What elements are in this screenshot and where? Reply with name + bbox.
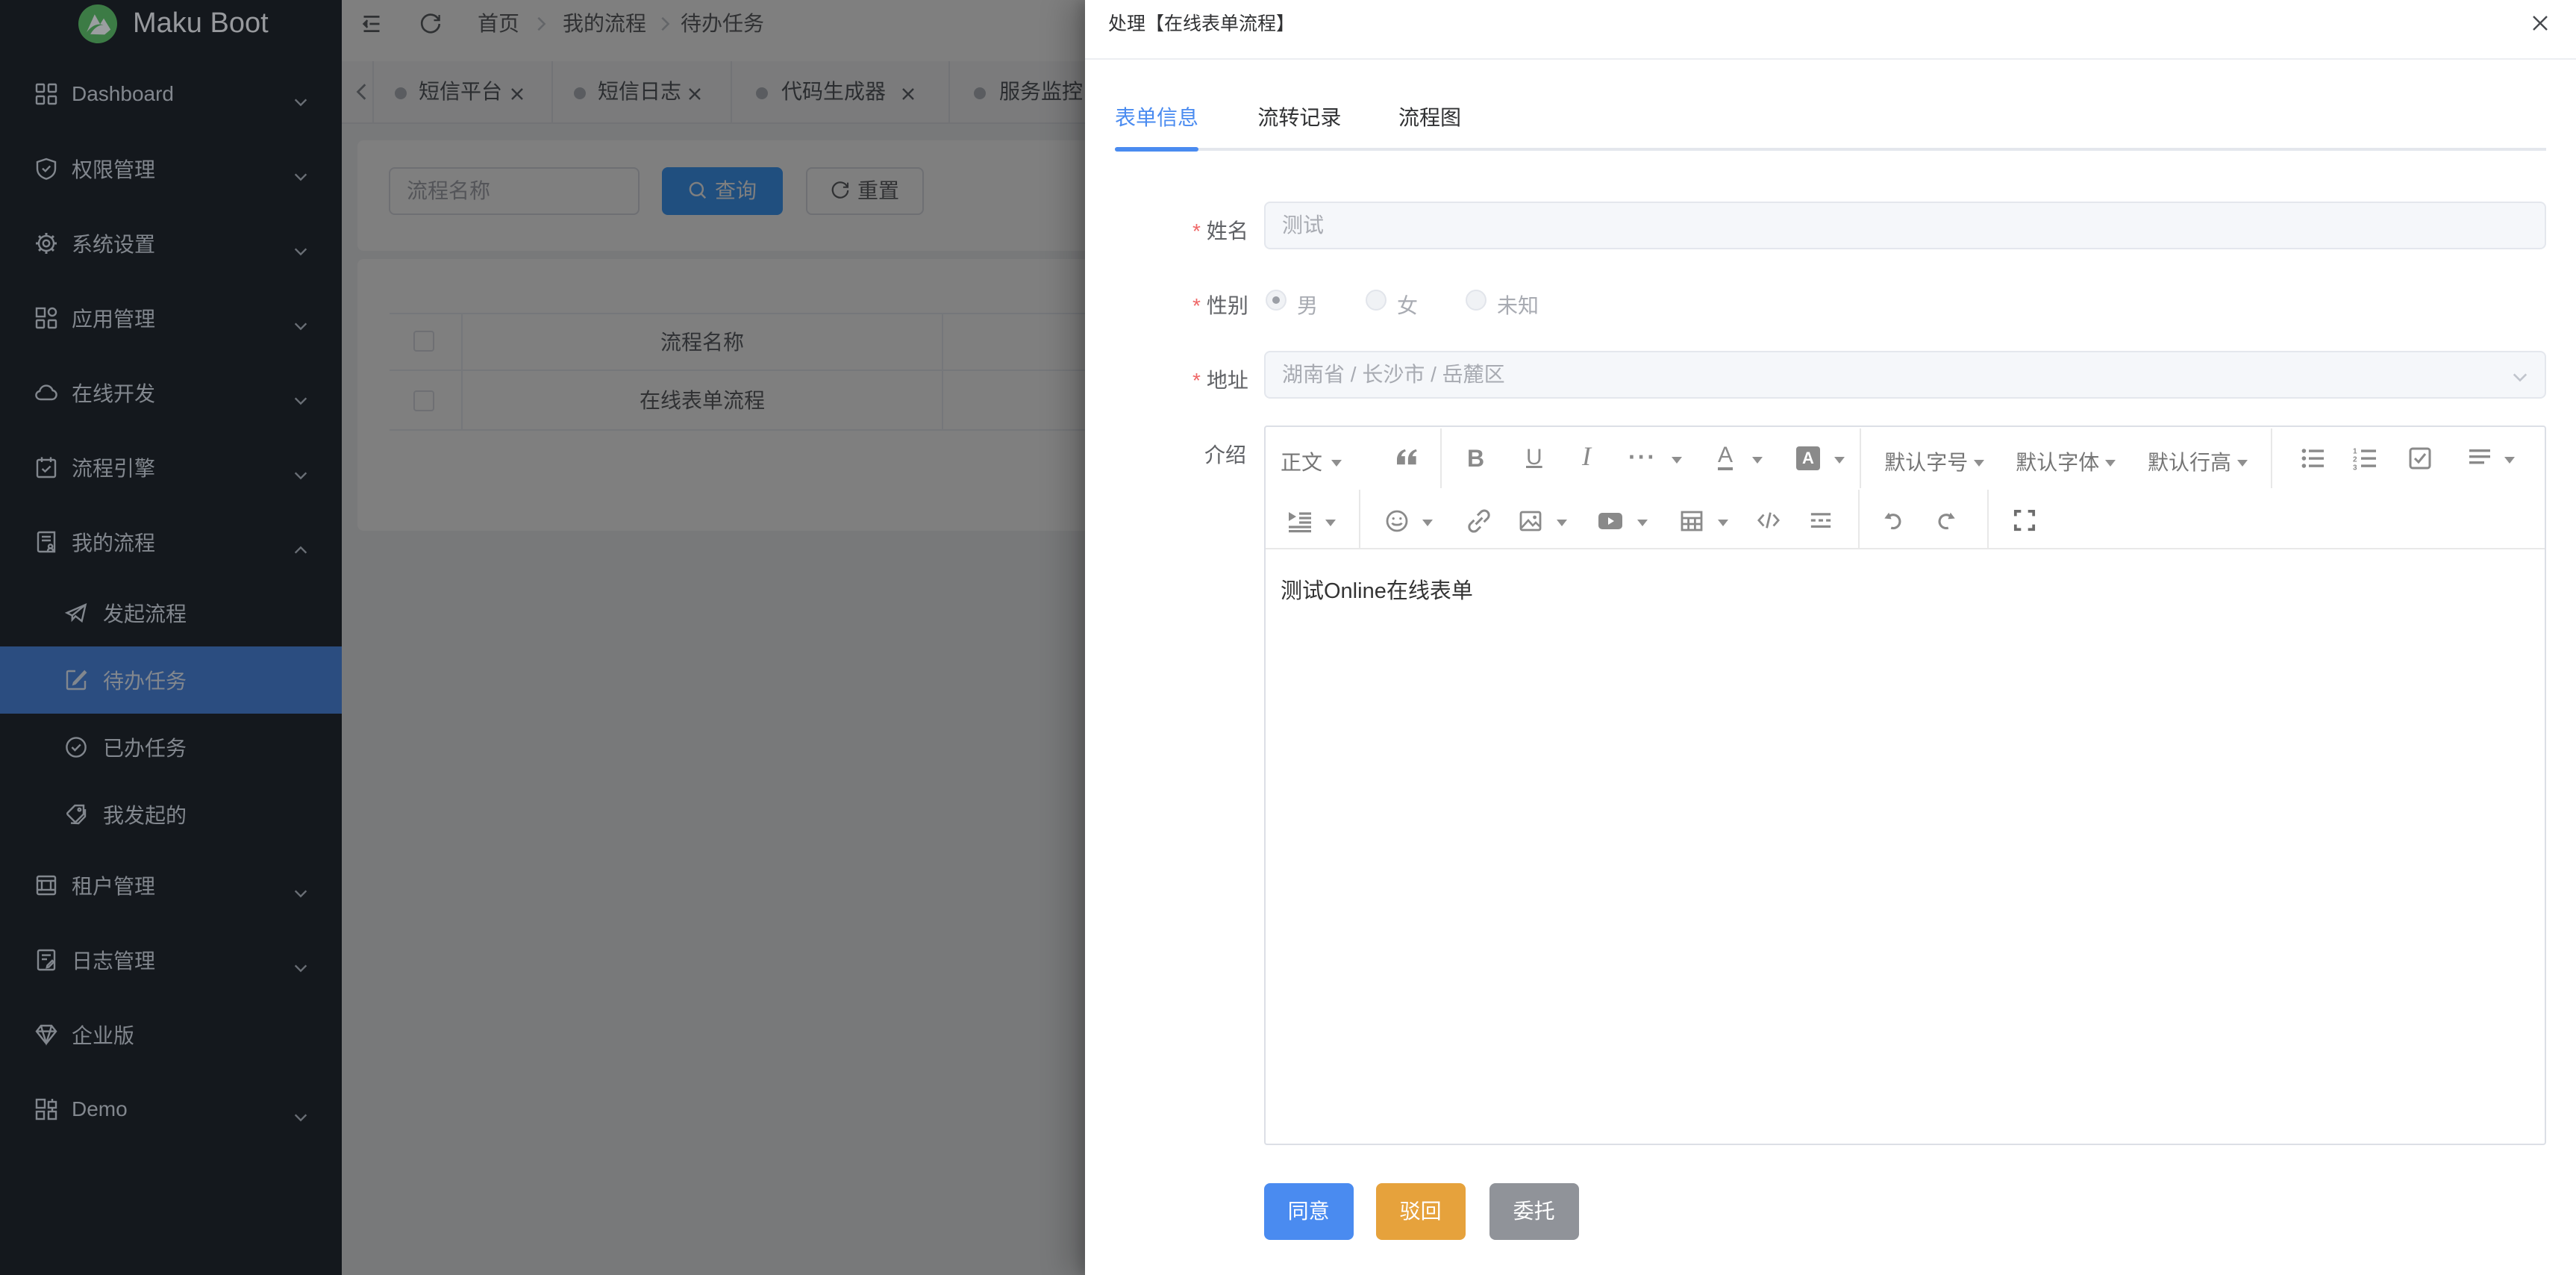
svg-text:3: 3	[2353, 464, 2357, 470]
svg-text:2: 2	[2353, 456, 2357, 464]
svg-text:1: 1	[2353, 448, 2357, 456]
